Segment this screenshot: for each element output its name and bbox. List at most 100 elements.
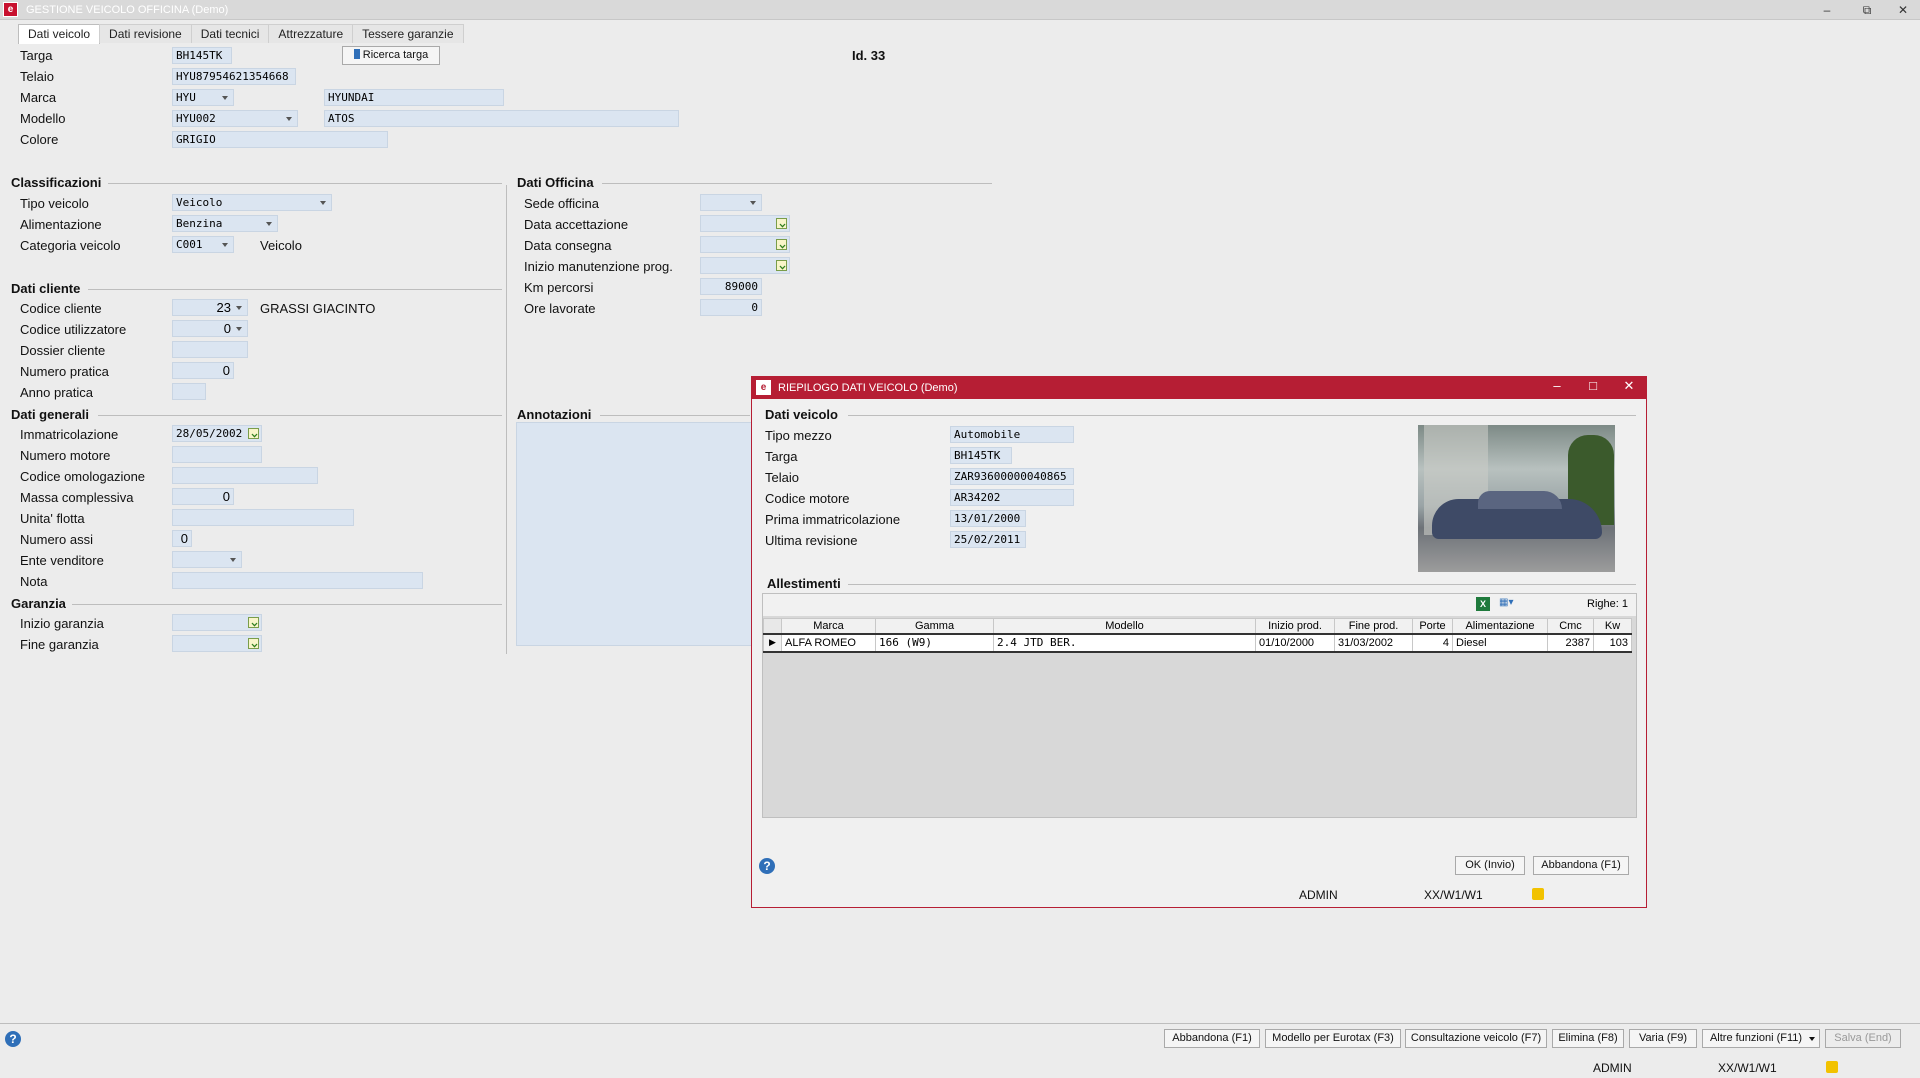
targa-label: Targa — [20, 48, 53, 63]
cell-modello[interactable]: 2.4 JTD BER. — [993, 632, 1256, 653]
divider — [108, 183, 502, 184]
cell-marca[interactable]: ALFA ROMEO — [781, 632, 876, 653]
immatricolazione-label: Immatricolazione — [20, 427, 119, 442]
cell-cmc[interactable]: 2387 — [1547, 632, 1594, 653]
consultazione-veicolo-button[interactable]: Consultazione veicolo (F7) — [1405, 1029, 1547, 1048]
tab-dati-veicolo[interactable]: Dati veicolo — [18, 24, 101, 44]
km-percorsi-field[interactable]: 89000 — [700, 278, 762, 295]
sede-officina-select[interactable] — [700, 194, 762, 211]
categoria-veicolo-select[interactable]: C001 — [172, 236, 234, 253]
nota-field[interactable] — [172, 572, 423, 589]
ricerca-targa-label: Ricerca targa — [362, 49, 429, 61]
codice-cliente-select[interactable]: 23 — [172, 299, 248, 316]
dialog-maximize-icon[interactable]: □ — [1578, 378, 1608, 393]
cell-kw[interactable]: 103 — [1593, 632, 1632, 653]
col-header[interactable]: Inizio prod. — [1255, 618, 1335, 634]
numero-assi-field[interactable]: 0 — [172, 530, 192, 547]
table-row[interactable]: ▶ ALFA ROMEO 166 (W9) 2.4 JTD BER. 01/10… — [763, 632, 1632, 653]
inizio-manutenzione-field[interactable] — [700, 257, 790, 274]
calendar-icon[interactable] — [776, 218, 787, 229]
codice-omologazione-field[interactable] — [172, 467, 318, 484]
tipo-mezzo-label: Tipo mezzo — [765, 428, 832, 443]
tab-dati-tecnici[interactable]: Dati tecnici — [190, 24, 270, 43]
dossier-cliente-field[interactable] — [172, 341, 248, 358]
minimize-icon[interactable]: – — [1812, 0, 1842, 20]
marca-code-select[interactable]: HYU — [172, 89, 234, 106]
col-header[interactable]: Fine prod. — [1334, 618, 1413, 634]
col-header[interactable]: Porte — [1412, 618, 1453, 634]
elimina-button[interactable]: Elimina (F8) — [1552, 1029, 1624, 1048]
fine-garanzia-field[interactable] — [172, 635, 262, 652]
calendar-icon[interactable] — [248, 617, 259, 628]
data-consegna-label: Data consegna — [524, 238, 612, 253]
restore-icon[interactable]: ⧉ — [1852, 0, 1882, 20]
telaio-field[interactable]: HYU87954621354668 — [172, 68, 296, 85]
modello-name-field[interactable]: ATOS — [324, 110, 679, 127]
col-header[interactable]: Cmc — [1547, 618, 1594, 634]
col-header[interactable]: Gamma — [875, 618, 994, 634]
cell-alimentazione[interactable]: Diesel — [1452, 632, 1548, 653]
calendar-icon[interactable] — [248, 428, 259, 439]
codice-utilizzatore-select[interactable]: 0 — [172, 320, 248, 337]
calendar-icon[interactable] — [776, 260, 787, 271]
inizio-manutenzione-label: Inizio manutenzione prog. — [524, 259, 673, 274]
close-icon[interactable]: ✕ — [1888, 0, 1918, 20]
cell-inizio-prod[interactable]: 01/10/2000 — [1255, 632, 1335, 653]
table-header-row: Marca Gamma Modello Inizio prod. Fine pr… — [763, 618, 1632, 634]
col-header[interactable]: Marca — [781, 618, 876, 634]
help-icon[interactable]: ? — [5, 1031, 21, 1047]
salva-button[interactable]: Salva (End) — [1825, 1029, 1901, 1048]
numero-pratica-label: Numero pratica — [20, 364, 109, 379]
data-accettazione-field[interactable] — [700, 215, 790, 232]
calendar-icon[interactable] — [776, 239, 787, 250]
alimentazione-select[interactable]: Benzina — [172, 215, 278, 232]
tab-attrezzature[interactable]: Attrezzature — [268, 24, 354, 43]
dialog-close-icon[interactable]: ✕ — [1614, 378, 1644, 394]
col-header[interactable]: Kw — [1593, 618, 1632, 634]
varia-button[interactable]: Varia (F9) — [1629, 1029, 1697, 1048]
tab-dati-revisione[interactable]: Dati revisione — [99, 24, 192, 43]
annotazioni-textarea[interactable] — [516, 422, 756, 646]
numero-pratica-field[interactable]: 0 — [172, 362, 234, 379]
modello-code-select[interactable]: HYU002 — [172, 110, 298, 127]
ore-lavorate-field[interactable]: 0 — [700, 299, 762, 316]
altre-funzioni-button[interactable]: Altre funzioni (F11) — [1702, 1029, 1820, 1048]
dialog-minimize-icon[interactable]: – — [1542, 378, 1572, 393]
sede-officina-label: Sede officina — [524, 196, 599, 211]
dialog-abbandona-button[interactable]: Abbandona (F1) — [1533, 856, 1629, 875]
altre-funzioni-label: Altre funzioni (F11) — [1709, 1032, 1803, 1044]
targa-field[interactable]: BH145TK — [172, 47, 232, 64]
numero-motore-field[interactable] — [172, 446, 262, 463]
inizio-garanzia-field[interactable] — [172, 614, 262, 631]
excel-export-icon[interactable]: X — [1476, 597, 1490, 611]
tab-tessere-garanzie[interactable]: Tessere garanzie — [352, 24, 464, 43]
massa-complessiva-field[interactable]: 0 — [172, 488, 234, 505]
ricerca-targa-button[interactable]: Ricerca targa — [342, 46, 440, 65]
column-chooser-icon[interactable]: ▦▾ — [1499, 597, 1525, 611]
modello-eurotax-button[interactable]: Modello per Eurotax (F3) — [1265, 1029, 1401, 1048]
ente-venditore-select[interactable] — [172, 551, 242, 568]
colore-field[interactable]: GRIGIO — [172, 131, 388, 148]
unita-flotta-field[interactable] — [172, 509, 354, 526]
cell-gamma[interactable]: 166 (W9) — [875, 632, 994, 653]
marca-name-field[interactable]: HYUNDAI — [324, 89, 504, 106]
cell-fine-prod[interactable]: 31/03/2002 — [1334, 632, 1413, 653]
immatricolazione-field[interactable]: 28/05/2002 — [172, 425, 262, 442]
row-indicator-header — [763, 618, 782, 634]
dialog-help-icon[interactable]: ? — [759, 858, 775, 874]
dati-generali-title: Dati generali — [11, 407, 90, 422]
allestimenti-title: Allestimenti — [767, 576, 841, 591]
col-header[interactable]: Modello — [993, 618, 1256, 634]
cell-porte[interactable]: 4 — [1412, 632, 1453, 653]
codice-cliente-label: Codice cliente — [20, 301, 102, 316]
ok-button[interactable]: OK (Invio) — [1455, 856, 1525, 875]
data-consegna-field[interactable] — [700, 236, 790, 253]
anno-pratica-field[interactable] — [172, 383, 206, 400]
tipo-mezzo-field: Automobile — [950, 426, 1074, 443]
abbandona-button[interactable]: Abbandona (F1) — [1164, 1029, 1260, 1048]
calendar-icon[interactable] — [248, 638, 259, 649]
tipo-veicolo-select[interactable]: Veicolo — [172, 194, 332, 211]
codice-omologazione-label: Codice omologazione — [20, 469, 146, 484]
col-header[interactable]: Alimentazione — [1452, 618, 1548, 634]
dialog-title: RIEPILOGO DATI VEICOLO (Demo) — [778, 382, 958, 394]
